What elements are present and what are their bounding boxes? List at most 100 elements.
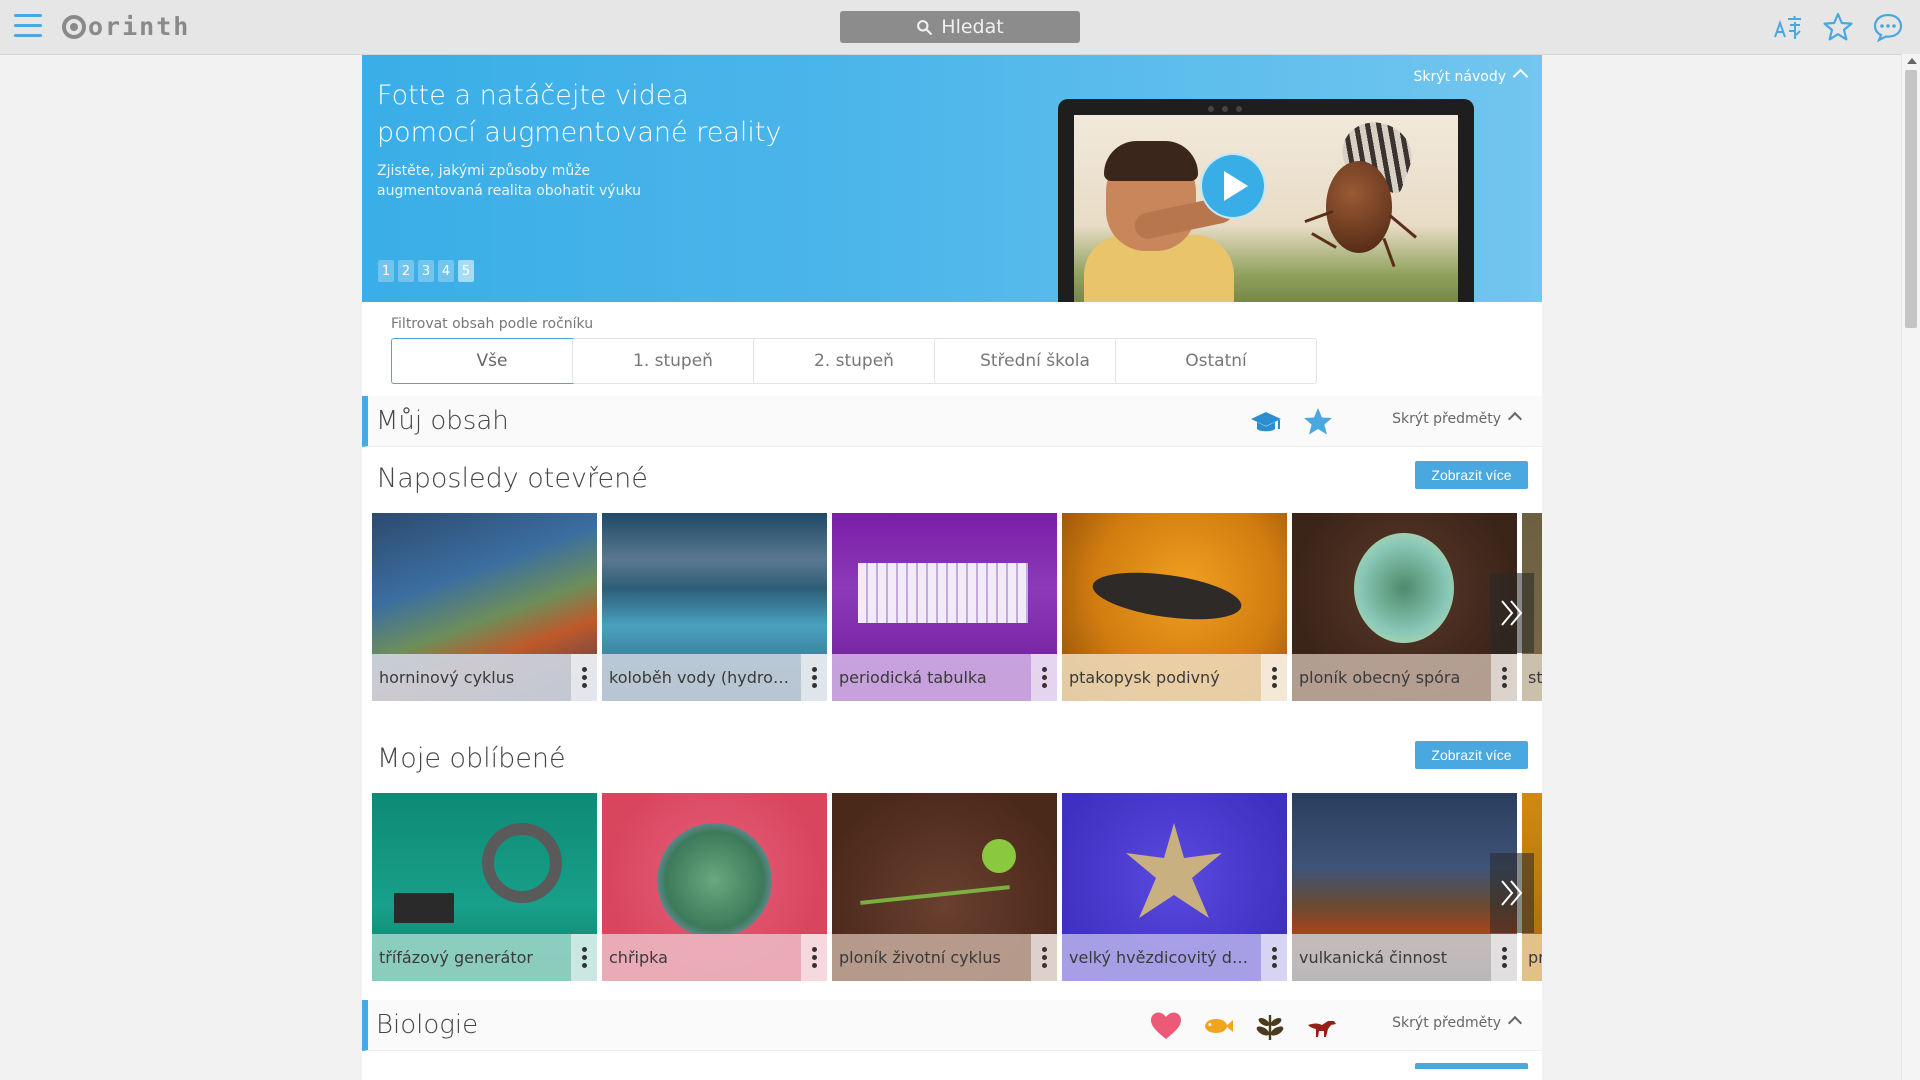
search-input[interactable]: Hledat	[840, 11, 1080, 43]
periodic-table-graphic	[858, 563, 1028, 623]
favorites-button[interactable]	[1820, 10, 1856, 44]
card-menu-button[interactable]	[1491, 934, 1517, 981]
content-card[interactable]: ptakopysk podivný	[1062, 513, 1287, 701]
card-menu-button[interactable]	[571, 654, 597, 701]
translate-button[interactable]	[1770, 10, 1806, 44]
tablet-camera-icon	[1236, 106, 1242, 112]
content-card[interactable]: chřipka	[602, 793, 827, 981]
translate-icon	[1774, 16, 1801, 39]
double-chevron-right-icon	[1501, 880, 1523, 906]
favorites-filter-button[interactable]	[1300, 406, 1336, 438]
dinosaur-filter-button[interactable]	[1304, 1010, 1340, 1042]
card-menu-button[interactable]	[571, 934, 597, 981]
content-card[interactable]: velký hvězdicovitý dv…	[1062, 793, 1287, 981]
plant-filter-button[interactable]	[1252, 1010, 1288, 1042]
card-title: pr	[1528, 948, 1542, 967]
card-caption: chřipka	[602, 934, 827, 981]
favorites-row-header: Moje oblíbené Zobrazit více	[362, 727, 1542, 793]
filter-option-grade2[interactable]: 2. stupeň	[753, 338, 955, 384]
banner-page-2[interactable]: 2	[398, 260, 414, 282]
heart-filter-button[interactable]	[1148, 1010, 1184, 1042]
search-placeholder: Hledat	[941, 16, 1004, 38]
video-preview-beetle	[1389, 214, 1417, 239]
virus-graphic	[657, 823, 772, 938]
page-scrollbar[interactable]	[1901, 54, 1920, 1080]
menu-icon[interactable]	[14, 14, 42, 38]
app-logo[interactable]: orinth	[62, 10, 190, 44]
filter-option-grade1[interactable]: 1. stupeň	[572, 338, 774, 384]
scroll-thumb[interactable]	[1905, 70, 1917, 328]
banner-page-5[interactable]: 5	[458, 260, 474, 282]
hide-tutorials-button[interactable]: Skrýt návody	[1413, 68, 1529, 85]
main-content: Fotte a natáčejte videa pomocí augmentov…	[362, 55, 1542, 1080]
card-menu-button[interactable]	[801, 654, 827, 701]
content-card[interactable]: koloběh vody (hydrol…	[602, 513, 827, 701]
logo-text: orinth	[88, 12, 191, 41]
biology-header: Biologie Skrýt předměty	[362, 1000, 1542, 1051]
plant-graphic	[860, 885, 1010, 905]
content-card[interactable]: ploník životní cyklus	[832, 793, 1057, 981]
banner-page-1[interactable]: 1	[378, 260, 394, 282]
card-menu-button[interactable]	[1031, 654, 1057, 701]
chevron-up-icon	[1507, 1015, 1523, 1031]
tutorial-banner: Fotte a natáčejte videa pomocí augmentov…	[362, 55, 1542, 302]
fish-icon	[1205, 1019, 1233, 1033]
row-title: Moje oblíbené	[377, 743, 566, 774]
scroll-up-icon[interactable]	[1907, 58, 1917, 64]
graduation-cap-icon	[1251, 412, 1281, 432]
chevron-up-icon	[1507, 411, 1523, 427]
card-title: periodická tabulka	[839, 668, 987, 687]
fish-filter-button[interactable]	[1200, 1010, 1236, 1042]
banner-page-4[interactable]: 4	[438, 260, 454, 282]
content-card[interactable]: periodická tabulka	[832, 513, 1057, 701]
section-title: Můj obsah	[376, 406, 509, 436]
card-title: ploník životní cyklus	[839, 948, 1001, 967]
card-title: horninový cyklus	[379, 668, 515, 687]
chat-button[interactable]	[1870, 10, 1906, 44]
banner-title-line: pomocí augmentované reality	[377, 117, 782, 148]
video-preview	[1074, 115, 1458, 302]
play-button[interactable]	[1200, 153, 1266, 219]
show-more-button-partial[interactable]	[1415, 1063, 1528, 1069]
card-menu-button[interactable]	[1031, 934, 1057, 981]
top-bar: orinth Hledat	[0, 0, 1920, 55]
card-title: ploník obecný spóra	[1299, 668, 1461, 687]
biology-icons	[1148, 1010, 1340, 1042]
card-menu-button[interactable]	[801, 934, 827, 981]
chat-icon	[1873, 13, 1903, 43]
hide-subjects-button[interactable]: Skrýt předměty	[1392, 1015, 1523, 1031]
banner-subtitle-line: Zjistěte, jakými způsoby může	[377, 163, 591, 179]
my-content-header: Můj obsah Skrýt předměty	[362, 396, 1542, 447]
filter-option-all[interactable]: Vše	[391, 338, 593, 384]
content-card[interactable]: ploník obecný spóra	[1292, 513, 1517, 701]
logo-mark-icon	[62, 15, 86, 39]
graduation-cap-button[interactable]	[1248, 406, 1284, 438]
content-card[interactable]: třífázový generátor	[372, 793, 597, 981]
card-caption: pr	[1522, 934, 1542, 981]
card-title: koloběh vody (hydrol…	[609, 668, 789, 687]
tablet-camera-icon	[1208, 106, 1214, 112]
card-menu-button[interactable]	[1261, 654, 1287, 701]
carousel-next-button[interactable]	[1490, 853, 1534, 933]
card-menu-button[interactable]	[1261, 934, 1287, 981]
show-more-button[interactable]: Zobrazit více	[1415, 461, 1528, 489]
heart-icon	[1151, 1012, 1181, 1039]
filter-option-high-school[interactable]: Střední škola	[934, 338, 1136, 384]
plant-icon	[1256, 1015, 1284, 1040]
banner-page-3[interactable]: 3	[418, 260, 434, 282]
carousel-next-button[interactable]	[1490, 573, 1534, 653]
card-caption: periodická tabulka	[832, 654, 1057, 701]
content-card[interactable]: horninový cyklus	[372, 513, 597, 701]
filter-option-other[interactable]: Ostatní	[1115, 338, 1317, 384]
show-more-button[interactable]: Zobrazit více	[1415, 741, 1528, 769]
hide-subjects-button[interactable]: Skrýt předměty	[1392, 411, 1523, 427]
row-spacer	[362, 981, 1542, 1000]
card-caption: koloběh vody (hydrol…	[602, 654, 827, 701]
star-icon	[1304, 408, 1332, 435]
content-card[interactable]: vulkanická činnost	[1292, 793, 1517, 981]
hide-tutorials-label: Skrýt návody	[1413, 69, 1506, 85]
hide-subjects-label: Skrýt předměty	[1392, 1015, 1501, 1031]
card-caption: ploník životní cyklus	[832, 934, 1057, 981]
card-menu-button[interactable]	[1491, 654, 1517, 701]
card-caption: velký hvězdicovitý dv…	[1062, 934, 1287, 981]
